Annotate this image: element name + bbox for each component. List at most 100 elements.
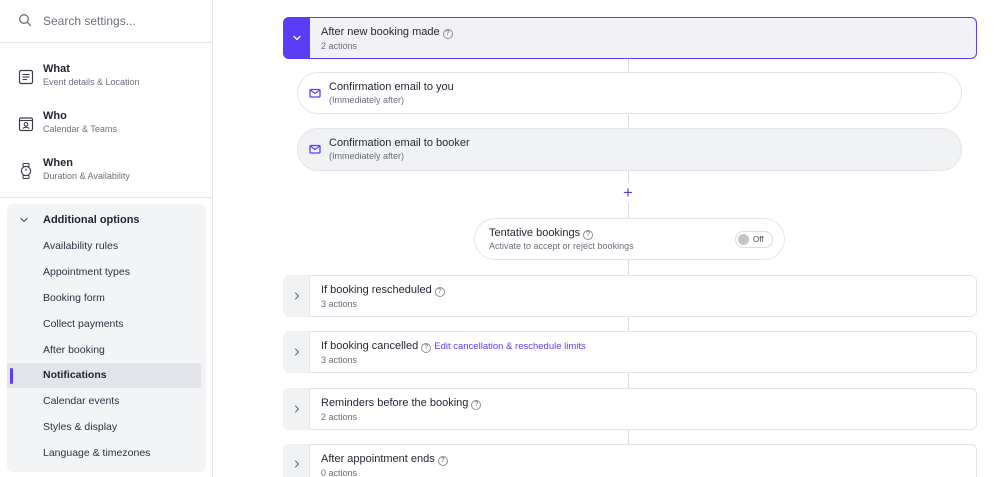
additional-options-toggle[interactable]: Additional options <box>7 210 206 232</box>
action-title: Confirmation email to you <box>329 81 454 93</box>
connector-line <box>628 430 629 444</box>
trigger-subtitle: 2 actions <box>321 412 358 422</box>
tentative-subtitle: Activate to accept or reject bookings <box>489 241 634 251</box>
connector-line <box>628 317 629 331</box>
tentative-title: Tentative bookings? <box>489 227 594 240</box>
tentative-title-text: Tentative bookings <box>489 227 581 239</box>
sidebar-subitem-calendar-events[interactable]: Calendar events <box>7 389 206 414</box>
help-icon[interactable]: ? <box>434 287 445 297</box>
trigger-after-new-booking[interactable]: After new booking made? 2 actions <box>283 17 977 59</box>
trigger-title: After new booking made? <box>321 26 453 39</box>
toggle-label: Off <box>753 235 764 244</box>
trigger-reminders-before-booking[interactable]: Reminders before the booking? 2 actions <box>283 388 977 430</box>
edit-cancellation-limits-link[interactable]: Edit cancellation & reschedule limits <box>434 341 586 352</box>
subitem-label: Notifications <box>43 369 107 381</box>
expand-button[interactable] <box>283 275 310 317</box>
collapse-button[interactable] <box>283 17 310 59</box>
sidebar-item-who[interactable]: Who Calendar & Teams <box>0 102 212 149</box>
expand-button[interactable] <box>283 331 310 373</box>
sidebar-subitem-styles-display[interactable]: Styles & display <box>7 415 206 440</box>
add-action-button[interactable]: + <box>621 184 635 202</box>
trigger-after-appointment-ends[interactable]: After appointment ends? 0 actions <box>283 444 977 477</box>
trigger-title-text: After new booking made <box>321 26 440 38</box>
action-confirmation-email-to-booker[interactable]: Confirmation email to booker (Immediatel… <box>297 128 962 171</box>
connector-line <box>628 59 629 72</box>
active-indicator <box>10 368 13 384</box>
help-icon[interactable]: ? <box>583 230 594 240</box>
sidebar-item-what[interactable]: What Event details & Location <box>0 55 212 102</box>
tentative-bookings-card: Tentative bookings? Activate to accept o… <box>474 218 785 260</box>
sidebar-subitem-appointment-types[interactable]: Appointment types <box>7 260 206 285</box>
search-icon <box>19 14 32 27</box>
sidebar-subitem-notifications[interactable]: Notifications <box>7 363 201 388</box>
sidebar-item-subtitle: Calendar & Teams <box>43 124 117 134</box>
document-icon <box>18 69 34 85</box>
sidebar-subitem-booking-form[interactable]: Booking form <box>7 286 206 311</box>
connector-line <box>628 260 629 275</box>
help-icon[interactable]: ? <box>421 343 432 353</box>
mail-icon <box>309 88 321 98</box>
chevron-right-icon <box>294 460 300 468</box>
subitem-label: Styles & display <box>43 421 118 433</box>
settings-sidebar: What Event details & Location Who Calend… <box>0 0 213 477</box>
trigger-title: After appointment ends? <box>321 453 448 466</box>
action-subtitle: (Immediately after) <box>329 95 405 105</box>
action-confirmation-email-to-you[interactable]: Confirmation email to you (Immediately a… <box>297 72 962 114</box>
subitem-label: Appointment types <box>43 266 130 278</box>
sidebar-subitem-after-booking[interactable]: After booking <box>7 338 206 363</box>
trigger-title-text: If booking cancelled <box>321 340 419 352</box>
sidebar-subitem-availability-rules[interactable]: Availability rules <box>7 234 206 259</box>
trigger-title: If booking cancelled? Edit cancellation &… <box>321 340 586 353</box>
subitem-label: Calendar events <box>43 395 120 407</box>
search-input[interactable] <box>43 11 203 31</box>
trigger-subtitle: 3 actions <box>321 299 358 309</box>
chevron-right-icon <box>294 292 300 300</box>
subitem-label: Collect payments <box>43 318 124 330</box>
contact-card-icon <box>18 117 34 132</box>
trigger-title-text: Reminders before the booking <box>321 397 469 409</box>
connector-line <box>628 115 629 128</box>
tentative-toggle[interactable]: Off <box>735 231 773 248</box>
action-title: Confirmation email to booker <box>329 137 470 149</box>
toggle-knob <box>738 234 749 245</box>
help-icon[interactable]: ? <box>442 29 453 39</box>
trigger-subtitle: 3 actions <box>321 355 358 365</box>
trigger-booking-rescheduled[interactable]: If booking rescheduled? 3 actions <box>283 275 977 317</box>
sidebar-item-when[interactable]: When Duration & Availability <box>0 149 212 196</box>
connector-line <box>628 203 629 218</box>
subitem-label: After booking <box>43 344 105 356</box>
help-icon[interactable]: ? <box>471 400 482 410</box>
sidebar-item-subtitle: Duration & Availability <box>43 171 130 181</box>
trigger-subtitle: 0 actions <box>321 468 358 477</box>
chevron-down-icon <box>293 35 301 41</box>
sidebar-item-subtitle: Event details & Location <box>43 77 140 87</box>
connector-line <box>628 171 629 183</box>
additional-options-label: Additional options <box>43 214 140 226</box>
search-bar <box>0 0 212 43</box>
sidebar-subitem-collect-payments[interactable]: Collect payments <box>7 312 206 337</box>
help-icon[interactable]: ? <box>437 456 448 466</box>
chevron-right-icon <box>294 405 300 413</box>
trigger-booking-cancelled[interactable]: If booking cancelled? Edit cancellation &… <box>283 331 977 373</box>
sidebar-item-title: Who <box>43 110 67 122</box>
sidebar-subitem-language-timezones[interactable]: Language & timezones <box>7 441 206 466</box>
sidebar-divider <box>0 197 212 198</box>
trigger-subtitle: 2 actions <box>321 41 358 51</box>
sidebar-item-title: When <box>43 157 73 169</box>
subitem-label: Availability rules <box>43 240 119 252</box>
mail-icon <box>309 144 321 154</box>
trigger-title-text: After appointment ends <box>321 453 435 465</box>
additional-options-panel: Additional options Availability rules Ap… <box>7 204 206 472</box>
trigger-title: If booking rescheduled? <box>321 284 445 297</box>
connector-line <box>628 373 629 388</box>
watch-icon <box>20 162 32 180</box>
expand-button[interactable] <box>283 444 310 477</box>
trigger-title: Reminders before the booking? <box>321 397 482 410</box>
sidebar-item-title: What <box>43 63 70 75</box>
action-subtitle: (Immediately after) <box>329 151 405 161</box>
expand-button[interactable] <box>283 388 310 430</box>
trigger-title-text: If booking rescheduled <box>321 284 432 296</box>
subitem-label: Booking form <box>43 292 105 304</box>
chevron-right-icon <box>294 348 300 356</box>
subitem-label: Language & timezones <box>43 447 151 459</box>
